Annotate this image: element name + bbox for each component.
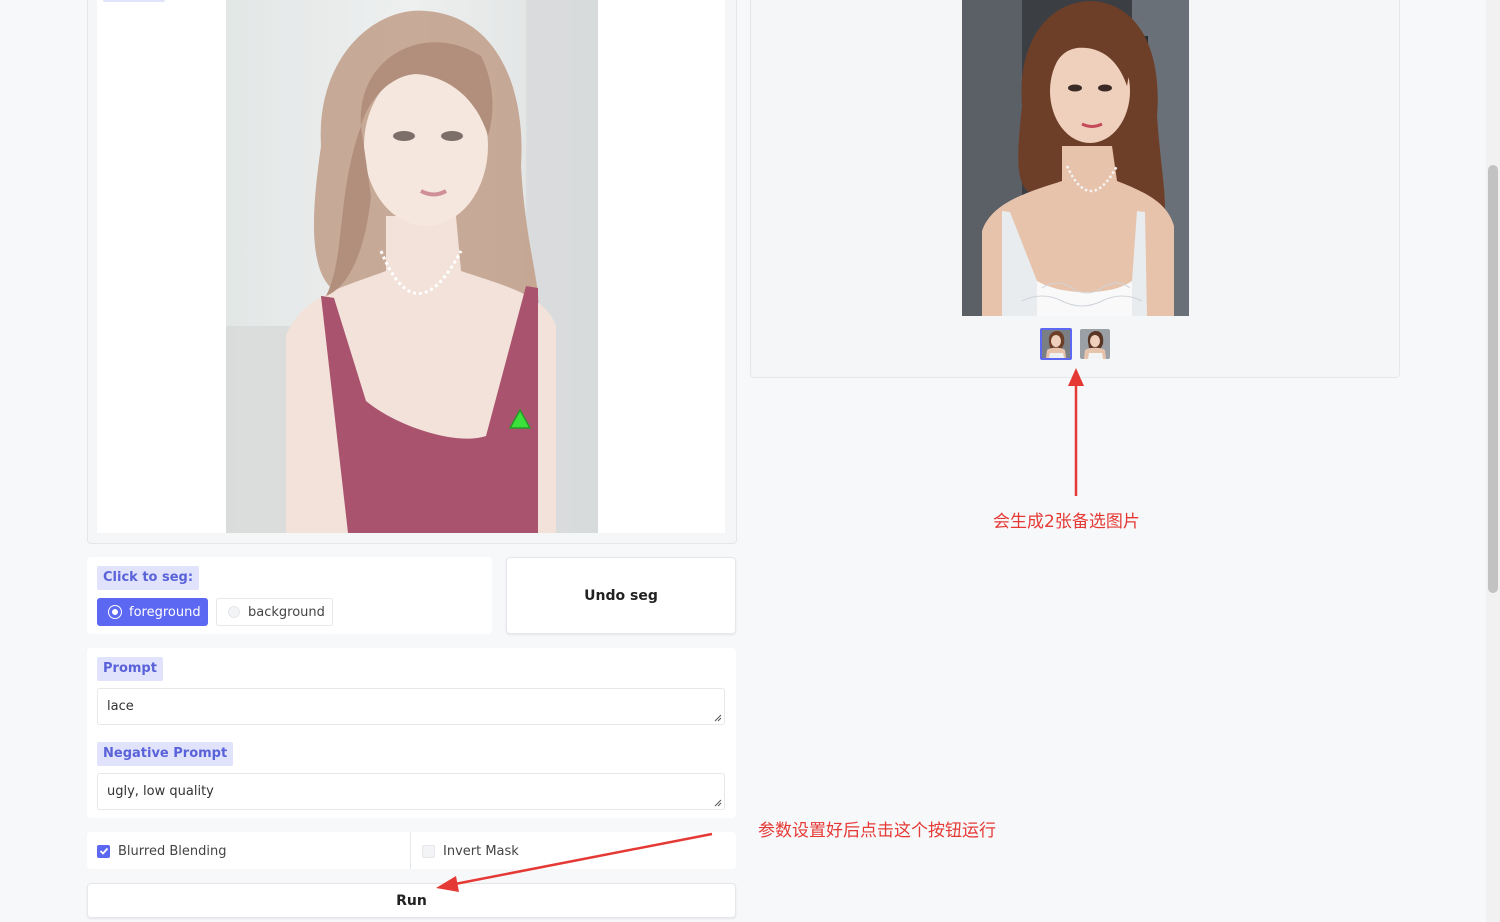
arrow-run-head xyxy=(436,876,459,892)
page-scrollbar-thumb[interactable] xyxy=(1488,165,1498,593)
annotation-arrows xyxy=(436,368,1084,892)
run-annotation: 参数设置好后点击这个按钮运行 xyxy=(758,821,996,841)
gallery-annotation: 会生成2张备选图片 xyxy=(993,512,1140,532)
arrow-run-line xyxy=(454,832,713,886)
arrow-up-head xyxy=(1068,368,1084,386)
